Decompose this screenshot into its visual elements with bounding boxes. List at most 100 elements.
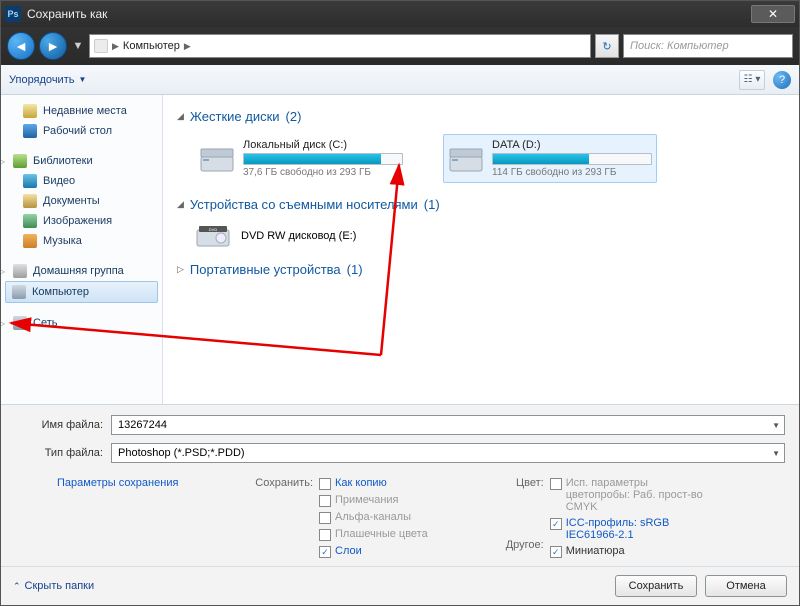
button-label: Отмена	[726, 580, 765, 592]
cancel-button[interactable]: Отмена	[705, 575, 787, 597]
back-button[interactable]: ◄	[7, 32, 35, 60]
checkbox-icc[interactable]: ✓ ICC-профиль: sRGB IEC61966-2.1	[550, 517, 710, 541]
expand-icon: ▷	[1, 319, 7, 328]
section-title: Жесткие диски	[190, 109, 280, 124]
sidebar-item-music[interactable]: Музыка	[1, 231, 162, 251]
checkbox-label: Миниатюра	[566, 545, 625, 557]
dialog-footer: ⌃ Скрыть папки Сохранить Отмена	[1, 566, 799, 605]
drives-row: Локальный диск (C:) 37,6 ГБ свободно из …	[177, 134, 785, 183]
button-label: Сохранить	[629, 580, 684, 592]
chevron-right-icon: ▶	[184, 41, 191, 52]
dialog-body: Недавние места Рабочий стол ▷Библиотеки …	[1, 95, 799, 404]
checkbox-label: Плашечные цвета	[335, 528, 428, 540]
window-title: Сохранить как	[27, 7, 751, 21]
filename-input[interactable]: 13267244 ▼	[111, 415, 785, 435]
filetype-value: Photoshop (*.PSD;*.PDD)	[118, 447, 245, 459]
sidebar-item-documents[interactable]: Документы	[1, 191, 162, 211]
checkbox-thumbnail[interactable]: ✓Миниатюра	[550, 545, 710, 558]
section-portable[interactable]: ▷ Портативные устройства (1)	[177, 262, 785, 277]
svg-text:DVD: DVD	[209, 227, 218, 232]
checkbox-alpha[interactable]: Альфа-каналы	[319, 511, 428, 524]
other-header-label: Другое:	[506, 539, 544, 551]
forward-button[interactable]: ►	[39, 32, 67, 60]
dropdown-icon: ▼	[772, 449, 780, 458]
hide-folders-link[interactable]: ⌃ Скрыть папки	[13, 580, 94, 592]
checkbox-notes[interactable]: Примечания	[319, 494, 428, 507]
sidebar-item-label: Видео	[43, 175, 75, 187]
sidebar-item-homegroup[interactable]: ▷Домашняя группа	[1, 261, 162, 281]
checkbox-label: Примечания	[335, 494, 399, 506]
checkbox-icon: ✓	[550, 518, 562, 530]
sidebar-item-desktop[interactable]: Рабочий стол	[1, 121, 162, 141]
collapse-icon: ◢	[177, 199, 184, 210]
save-fields-panel: Имя файла: 13267244 ▼ Тип файла: Photosh…	[1, 404, 799, 566]
checkbox-label: ICC-профиль: sRGB IEC61966-2.1	[566, 517, 710, 541]
filetype-row: Тип файла: Photoshop (*.PSD;*.PDD) ▼	[15, 443, 785, 463]
sidebar-item-label: Компьютер	[32, 286, 89, 298]
nav-history-dropdown[interactable]: ▼	[71, 34, 85, 58]
close-button[interactable]: ✕	[751, 5, 795, 23]
checkbox-label: Как копию	[335, 477, 387, 489]
documents-icon	[23, 194, 37, 208]
help-button[interactable]: ?	[773, 71, 791, 89]
sidebar-item-label: Недавние места	[43, 105, 127, 117]
section-hard-drives[interactable]: ◢ Жесткие диски (2)	[177, 109, 785, 124]
hdd-icon	[448, 143, 484, 175]
checkbox-icon	[550, 478, 562, 490]
section-count: (2)	[286, 109, 302, 124]
drive-name: Локальный диск (C:)	[243, 139, 403, 151]
save-as-dialog: Ps Сохранить как ✕ ◄ ► ▼ ▶ Компьютер ▶ ↻…	[0, 0, 800, 606]
checkbox-layers[interactable]: ✓ Слои	[319, 545, 428, 558]
sidebar-item-network[interactable]: ▷ Сеть	[1, 313, 162, 333]
capacity-bar	[492, 153, 652, 165]
dvd-icon: DVD	[195, 222, 231, 250]
expand-icon: ▷	[177, 264, 184, 275]
section-removable[interactable]: ◢ Устройства со съемными носителями (1)	[177, 197, 785, 212]
checkbox-label: Альфа-каналы	[335, 511, 411, 523]
sidebar-item-label: Рабочий стол	[43, 125, 112, 137]
checkbox-proof[interactable]: Исп. параметры цветопробы: Раб. прост-во…	[550, 477, 710, 513]
sidebar-item-label: Библиотеки	[33, 155, 93, 167]
section-count: (1)	[347, 262, 363, 277]
network-icon	[13, 316, 27, 330]
sidebar-item-computer[interactable]: Компьютер	[5, 281, 158, 303]
checkbox-label: Слои	[335, 545, 362, 557]
filename-label: Имя файла:	[15, 419, 103, 431]
capacity-bar	[243, 153, 403, 165]
drive-name: DATA (D:)	[492, 139, 652, 151]
checkbox-as-copy[interactable]: Как копию	[319, 477, 428, 490]
toolbar: Упорядочить ▼ ☷ ▾ ?	[1, 65, 799, 95]
save-header-label: Сохранить:	[255, 477, 313, 489]
save-options: Параметры сохранения Сохранить: Как копи…	[15, 471, 785, 558]
drive-dvd[interactable]: DVD DVD RW дисковод (E:)	[177, 222, 785, 250]
sidebar-item-video[interactable]: Видео	[1, 171, 162, 191]
refresh-button[interactable]: ↻	[595, 34, 619, 58]
sidebar-item-libraries[interactable]: ▷ Библиотеки	[1, 151, 162, 171]
content-pane: ◢ Жесткие диски (2) Локальный диск (C:) …	[163, 95, 799, 404]
checkbox-icon: ✓	[319, 546, 331, 558]
search-input[interactable]: Поиск: Компьютер	[623, 34, 793, 58]
checkbox-spot[interactable]: Плашечные цвета	[319, 528, 428, 541]
view-options-button[interactable]: ☷ ▾	[739, 70, 765, 90]
app-icon: Ps	[5, 6, 21, 22]
expand-icon: ▷	[1, 157, 7, 166]
checkbox-icon	[319, 512, 331, 524]
images-icon	[23, 214, 37, 228]
drive-d[interactable]: DATA (D:) 114 ГБ свободно из 293 ГБ	[443, 134, 657, 183]
caret-down-icon: ▼	[78, 75, 86, 84]
drive-c[interactable]: Локальный диск (C:) 37,6 ГБ свободно из …	[195, 134, 407, 183]
chevron-up-icon: ⌃	[13, 581, 21, 592]
filetype-select[interactable]: Photoshop (*.PSD;*.PDD) ▼	[111, 443, 785, 463]
libraries-icon	[13, 154, 27, 168]
save-button[interactable]: Сохранить	[615, 575, 697, 597]
music-icon	[23, 234, 37, 248]
checkbox-label: Исп. параметры цветопробы: Раб. прост-во…	[566, 477, 710, 513]
organize-button[interactable]: Упорядочить ▼	[9, 74, 86, 86]
sidebar-item-images[interactable]: Изображения	[1, 211, 162, 231]
save-params-link[interactable]: Параметры сохранения	[57, 477, 197, 489]
sidebar-item-recent[interactable]: Недавние места	[1, 101, 162, 121]
sidebar-item-label: Сеть	[33, 317, 57, 329]
organize-label: Упорядочить	[9, 74, 74, 86]
breadcrumb[interactable]: ▶ Компьютер ▶	[89, 34, 591, 58]
breadcrumb-location: Компьютер	[123, 40, 180, 52]
